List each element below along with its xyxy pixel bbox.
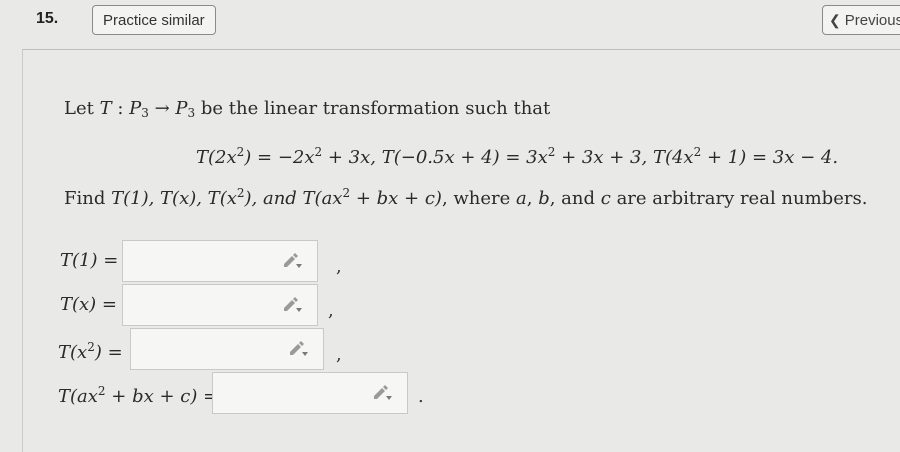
content-left-border (22, 49, 23, 452)
answer-separator: , (336, 256, 342, 277)
question-number: 15. (36, 10, 59, 27)
given-equations: T(2x2) = −2x2 + 3x, T(−0.5x + 4) = 3x2 +… (196, 145, 839, 168)
answer-input-t1[interactable] (122, 240, 318, 282)
pencil-dropdown-icon[interactable] (281, 295, 303, 315)
pencil-dropdown-icon[interactable] (281, 251, 303, 271)
find-instruction: Find T(1), T(x), T(x2), and T(ax2 + bx +… (64, 186, 868, 209)
practice-similar-button[interactable]: Practice similar (92, 5, 216, 35)
answer-label-tx2: T(x2) = (58, 340, 123, 363)
answer-input-tgeneral[interactable] (212, 372, 408, 414)
answer-separator: . (418, 386, 424, 407)
chevron-left-icon: ❮ (829, 11, 841, 28)
previous-button[interactable]: ❮ Previous (822, 5, 900, 35)
problem-intro: Let T : P3 → P3 be the linear transforma… (64, 98, 551, 120)
question-page: 15. Practice similar ❮ Previous Let T : … (0, 0, 900, 452)
answer-separator: , (328, 300, 334, 321)
header-divider (22, 49, 900, 50)
pencil-dropdown-icon[interactable] (371, 383, 393, 403)
answer-label-tx: T(x) = (60, 294, 118, 315)
answer-label-tgeneral: T(ax2 + bx + c) = (58, 384, 219, 407)
answer-label-t1: T(1) = (60, 250, 119, 271)
answer-input-tx2[interactable] (130, 328, 324, 370)
previous-label: Previous (844, 11, 900, 29)
answer-separator: , (336, 344, 342, 365)
pencil-dropdown-icon[interactable] (287, 339, 309, 359)
answer-input-tx[interactable] (122, 284, 318, 326)
